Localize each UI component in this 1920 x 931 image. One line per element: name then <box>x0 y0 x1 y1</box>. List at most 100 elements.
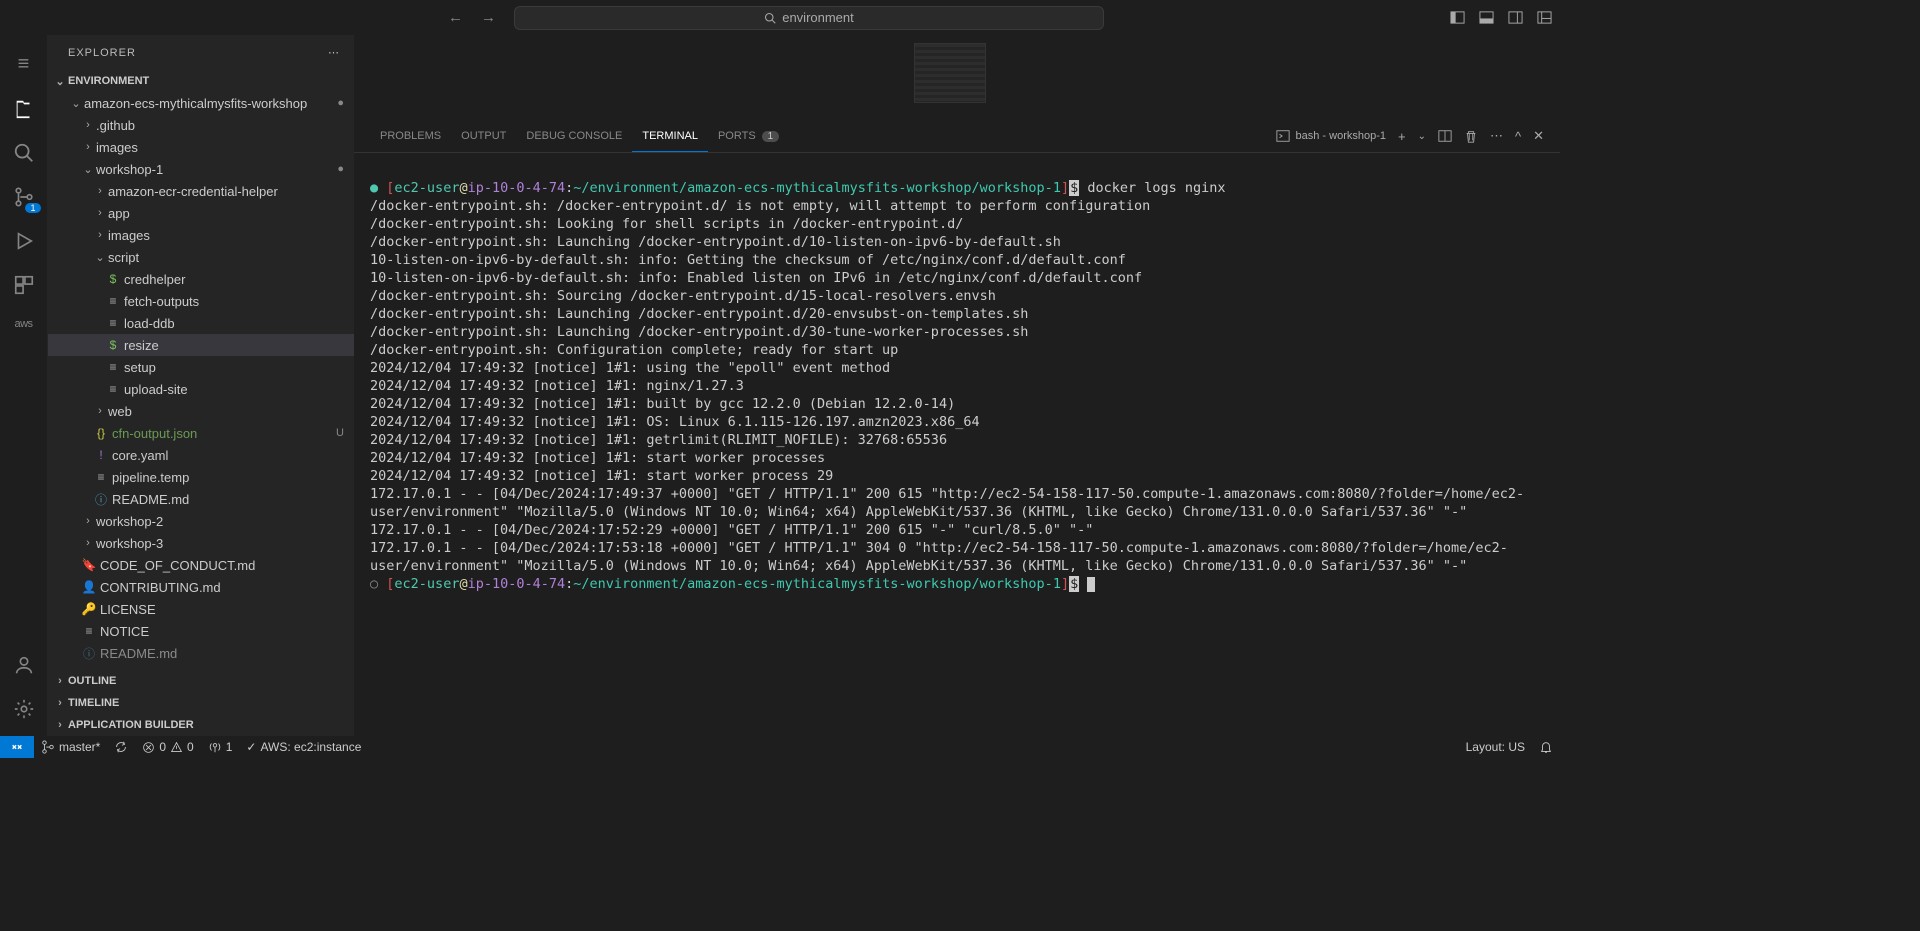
file-load-ddb[interactable]: ≡load-ddb <box>48 312 354 334</box>
statusbar: master* 0 0 1 ✓ AWS: ec2:instance Layout… <box>0 736 1560 758</box>
check-icon: ✓ <box>246 740 256 754</box>
tab-output[interactable]: OUTPUT <box>451 120 516 152</box>
file-pipeline[interactable]: ≡pipeline.temp <box>48 466 354 488</box>
split-terminal-icon[interactable] <box>1438 129 1452 143</box>
tab-problems[interactable]: PROBLEMS <box>370 120 451 152</box>
term-line: 2024/12/04 17:49:32 [notice] 1#1: start … <box>370 468 833 484</box>
source-control-icon[interactable]: 1 <box>13 186 35 208</box>
term-line: /docker-entrypoint.sh: Launching /docker… <box>370 234 1061 250</box>
folder-app[interactable]: ›app <box>48 202 354 224</box>
status-problems[interactable]: 0 0 <box>135 740 200 754</box>
folder-script[interactable]: ⌄script <box>48 246 354 268</box>
file-upload-site[interactable]: ≡upload-site <box>48 378 354 400</box>
accounts-icon[interactable] <box>13 654 35 676</box>
folder-workshop-2[interactable]: ›workshop-2 <box>48 510 354 532</box>
file-coc[interactable]: 🔖CODE_OF_CONDUCT.md <box>48 554 354 576</box>
term-line: 172.17.0.1 - - [04/Dec/2024:17:49:37 +00… <box>370 486 1524 520</box>
term-line: 2024/12/04 17:49:32 [notice] 1#1: getrli… <box>370 432 947 448</box>
maximize-panel-icon[interactable]: ^ <box>1515 129 1521 144</box>
nav-back-icon[interactable]: ← <box>448 9 463 26</box>
status-aws[interactable]: ✓ AWS: ec2:instance <box>239 740 368 754</box>
folder-workshop-1[interactable]: ⌄workshop-1● <box>48 158 354 180</box>
search-activity-icon[interactable] <box>13 142 35 164</box>
section-environment[interactable]: ⌄ENVIRONMENT <box>48 70 354 92</box>
term-line: 172.17.0.1 - - [04/Dec/2024:17:53:18 +00… <box>370 540 1508 574</box>
term-line: /docker-entrypoint.sh: Looking for shell… <box>370 216 963 232</box>
folder-github[interactable]: ›.github <box>48 114 354 136</box>
term-line: 10-listen-on-ipv6-by-default.sh: info: G… <box>370 252 1126 268</box>
extensions-icon[interactable] <box>13 274 35 296</box>
new-terminal-icon[interactable]: + <box>1398 129 1406 144</box>
term-line: 2024/12/04 17:49:32 [notice] 1#1: start … <box>370 450 825 466</box>
folder-images[interactable]: ›images <box>48 136 354 158</box>
editor-area: PROBLEMS OUTPUT DEBUG CONSOLE TERMINAL P… <box>354 35 1560 736</box>
file-readme1[interactable]: ⓘREADME.md <box>48 488 354 510</box>
file-license[interactable]: 🔑LICENSE <box>48 598 354 620</box>
terminal-body[interactable]: ● [ec2-user@ip-10-0-4-74:~/environment/a… <box>354 153 1560 736</box>
section-timeline[interactable]: ›TIMELINE <box>48 692 354 714</box>
explorer-icon[interactable] <box>13 98 35 120</box>
file-notice[interactable]: ≡NOTICE <box>48 620 354 642</box>
terminal-icon <box>1276 129 1290 143</box>
tab-debug-console[interactable]: DEBUG CONSOLE <box>516 120 632 152</box>
nav-forward-icon[interactable]: → <box>481 9 496 26</box>
file-fetch-outputs[interactable]: ≡fetch-outputs <box>48 290 354 312</box>
term-line: /docker-entrypoint.sh: Configuration com… <box>370 342 898 358</box>
folder-ecr-helper[interactable]: ›amazon-ecr-credential-helper <box>48 180 354 202</box>
status-branch[interactable]: master* <box>34 740 107 754</box>
run-debug-icon[interactable] <box>13 230 35 252</box>
editor-empty <box>354 35 1560 120</box>
close-panel-icon[interactable]: ✕ <box>1533 128 1544 144</box>
radio-tower-icon <box>208 740 222 754</box>
command-center[interactable]: environment <box>514 6 1104 30</box>
search-icon <box>764 12 776 24</box>
folder-root[interactable]: ⌄amazon-ecs-mythicalmysfits-workshop● <box>48 92 354 114</box>
term-line: /docker-entrypoint.sh: Launching /docker… <box>370 324 1028 340</box>
term-line: 2024/12/04 17:49:32 [notice] 1#1: built … <box>370 396 955 412</box>
terminal-label[interactable]: bash - workshop-1 <box>1276 129 1387 143</box>
file-resize[interactable]: $resize <box>48 334 354 356</box>
status-bell-icon[interactable] <box>1532 740 1560 754</box>
section-appbuilder[interactable]: ›APPLICATION BUILDER <box>48 714 354 736</box>
status-sync[interactable] <box>107 740 135 754</box>
layout-left-icon[interactable] <box>1450 10 1465 25</box>
search-text: environment <box>782 10 854 25</box>
titlebar: ← → environment <box>0 0 1560 35</box>
folder-web[interactable]: ›web <box>48 400 354 422</box>
layout-right-icon[interactable] <box>1508 10 1523 25</box>
term-line: 2024/12/04 17:49:32 [notice] 1#1: nginx/… <box>370 378 744 394</box>
terminal-dropdown-icon[interactable]: ⌄ <box>1418 131 1426 142</box>
folder-images2[interactable]: ›images <box>48 224 354 246</box>
aws-icon[interactable]: aws <box>14 318 32 330</box>
section-outline[interactable]: ›OUTLINE <box>48 670 354 692</box>
file-cfn-output[interactable]: {}cfn-output.jsonU <box>48 422 354 444</box>
file-contributing[interactable]: 👤CONTRIBUTING.md <box>48 576 354 598</box>
panel-more-icon[interactable]: ⋯ <box>1490 128 1503 144</box>
layout-customize-icon[interactable] <box>1537 10 1552 25</box>
error-icon <box>142 741 155 754</box>
more-actions-icon[interactable]: ⋯ <box>328 46 340 59</box>
tab-terminal[interactable]: TERMINAL <box>632 120 708 152</box>
status-layout[interactable]: Layout: US <box>1459 740 1532 754</box>
sidebar-header: EXPLORER ⋯ <box>48 35 354 70</box>
cursor <box>1087 577 1095 592</box>
status-ports[interactable]: 1 <box>201 740 240 754</box>
term-line: 10-listen-on-ipv6-by-default.sh: info: E… <box>370 270 1142 286</box>
file-credhelper[interactable]: $credhelper <box>48 268 354 290</box>
settings-gear-icon[interactable] <box>13 698 35 720</box>
layout-bottom-icon[interactable] <box>1479 10 1494 25</box>
folder-workshop-3[interactable]: ›workshop-3 <box>48 532 354 554</box>
warning-icon <box>170 741 183 754</box>
kill-terminal-icon[interactable] <box>1464 129 1478 143</box>
file-readme2[interactable]: ⓘREADME.md <box>48 642 354 664</box>
term-line: 2024/12/04 17:49:32 [notice] 1#1: using … <box>370 360 890 376</box>
titlebar-layout-controls <box>1450 10 1552 25</box>
term-line: 2024/12/04 17:49:32 [notice] 1#1: OS: Li… <box>370 414 980 430</box>
menu-icon[interactable]: ≡ <box>18 53 30 76</box>
file-core-yaml[interactable]: !core.yaml <box>48 444 354 466</box>
tab-ports[interactable]: PORTS1 <box>708 120 789 152</box>
activity-bar: ≡ 1 aws <box>0 35 48 736</box>
remote-indicator[interactable] <box>0 736 34 758</box>
term-line: /docker-entrypoint.sh: /docker-entrypoin… <box>370 198 1150 214</box>
file-setup[interactable]: ≡setup <box>48 356 354 378</box>
